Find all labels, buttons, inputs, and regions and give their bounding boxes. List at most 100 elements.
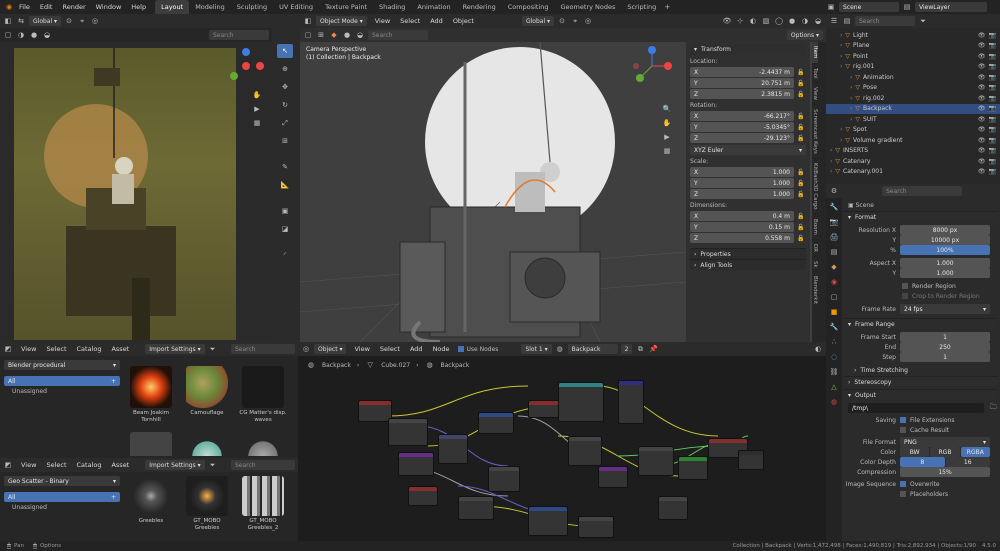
- visibility-icon[interactable]: 👁: [978, 74, 986, 81]
- library-dropdown[interactable]: Geo Scatter - Binary ▾: [4, 476, 120, 486]
- fake-user-icon[interactable]: ⧉: [635, 344, 645, 354]
- outliner-search[interactable]: Search: [855, 16, 915, 26]
- camera-render-icon[interactable]: 📷: [989, 147, 996, 154]
- menu-help[interactable]: Help: [126, 0, 151, 14]
- editor-type-icon[interactable]: ◩: [3, 344, 13, 354]
- catalog-all[interactable]: All +: [4, 376, 120, 386]
- shader-node[interactable]: [638, 446, 674, 476]
- asset-thumb-mobo2[interactable]: [242, 476, 284, 516]
- outliner-row[interactable]: › ▽ Animation 👁 📷: [826, 72, 1000, 83]
- visibility-icon[interactable]: 👁: [978, 168, 986, 175]
- overwrite-checkbox[interactable]: [900, 481, 906, 487]
- dims-y-field[interactable]: Y 0.15 m: [690, 222, 794, 232]
- menu-view[interactable]: View: [16, 342, 41, 356]
- lock-icon[interactable]: 🔓: [796, 133, 806, 143]
- shader-node[interactable]: [478, 412, 514, 434]
- material-tab-icon[interactable]: ◍: [829, 397, 839, 407]
- editor-type-icon[interactable]: ◧: [303, 16, 313, 26]
- mode-dropdown[interactable]: Object Mode ▾: [316, 16, 367, 26]
- lock-icon[interactable]: 🔓: [796, 233, 806, 243]
- dims-z-field[interactable]: Z 0.558 m: [690, 233, 794, 243]
- visibility-icon[interactable]: 👁: [978, 158, 986, 165]
- view-layer-tab-icon[interactable]: ▤: [829, 247, 839, 257]
- filter-icon[interactable]: ⏷: [208, 460, 218, 470]
- editor-type-icon[interactable]: ◧: [3, 16, 13, 26]
- material-selector[interactable]: Backpack: [567, 344, 618, 354]
- move-tool-icon[interactable]: ✥: [277, 80, 293, 94]
- shader-node[interactable]: [358, 400, 392, 422]
- scale-y-field[interactable]: Y 1.000: [690, 178, 794, 188]
- camera-render-icon[interactable]: 📷: [989, 105, 996, 112]
- menu-add[interactable]: Add: [425, 14, 448, 28]
- navigation-gizmo[interactable]: [630, 44, 674, 90]
- output-path-field[interactable]: /tmp\: [848, 403, 985, 413]
- shader-node[interactable]: [618, 380, 644, 424]
- pivot-icon[interactable]: ⊙: [557, 16, 567, 26]
- expand-icon[interactable]: ›: [840, 42, 842, 49]
- visibility-icon[interactable]: 👁: [978, 32, 986, 39]
- visibility-icon[interactable]: 👁: [978, 63, 986, 70]
- modifier-tab-icon[interactable]: 🔧: [829, 322, 839, 332]
- stereoscopy-section[interactable]: › Stereoscopy: [844, 376, 998, 387]
- cursor-tool-icon[interactable]: ⊕: [277, 62, 293, 76]
- aspect-y-field[interactable]: 1.000: [900, 268, 990, 278]
- world-tab-icon[interactable]: ◉: [829, 277, 839, 287]
- editor-type-icon[interactable]: ⚙: [829, 186, 839, 196]
- outliner-row[interactable]: › ▽ SUIT 👁 📷: [826, 114, 1000, 125]
- physics-tab-icon[interactable]: ◌: [829, 352, 839, 362]
- visibility-icon[interactable]: 👁: [978, 84, 986, 91]
- shading-solid-icon[interactable]: ●: [342, 30, 352, 40]
- lock-icon[interactable]: 🔓: [796, 111, 806, 121]
- side-tab-tool[interactable]: Tool: [812, 64, 818, 84]
- shader-node[interactable]: [568, 436, 602, 466]
- outliner-row[interactable]: › ▽ Plane 👁 📷: [826, 41, 1000, 52]
- menu-select[interactable]: Select: [41, 458, 71, 472]
- placeholders-checkbox[interactable]: [900, 491, 906, 497]
- shader-node[interactable]: [438, 434, 468, 464]
- pivot-icon[interactable]: ⊙: [64, 16, 74, 26]
- camera-render-icon[interactable]: 📷: [989, 126, 996, 133]
- expand-icon[interactable]: ›: [830, 168, 832, 175]
- view-icon[interactable]: ◑: [16, 30, 26, 40]
- visibility-icon[interactable]: 👁: [978, 147, 986, 154]
- camera-render-icon[interactable]: 📷: [989, 32, 996, 39]
- outliner-row[interactable]: › ▽ Light 👁 📷: [826, 30, 1000, 41]
- tab-shading[interactable]: Shading: [373, 0, 411, 14]
- gizmo-color-icon[interactable]: ◆: [329, 30, 339, 40]
- left-gizmo[interactable]: [226, 46, 266, 88]
- main-viewport[interactable]: ◧ Object Mode ▾ View Select Add Object Glob…: [300, 14, 826, 342]
- render-tab-icon[interactable]: 📷: [829, 217, 839, 227]
- menu-asset[interactable]: Asset: [106, 342, 134, 356]
- xray-icon[interactable]: ▨: [761, 16, 771, 26]
- proportional-icon[interactable]: ◎: [90, 16, 100, 26]
- cache-checkbox[interactable]: [900, 427, 906, 433]
- shader-node[interactable]: [738, 450, 764, 470]
- location-x-field[interactable]: X -2.4437 m: [690, 67, 794, 77]
- shader-node[interactable]: [458, 496, 494, 520]
- lock-icon[interactable]: 🔓: [796, 167, 806, 177]
- import-settings-dropdown[interactable]: Import Settings ▾: [145, 460, 205, 470]
- shading-wire-icon[interactable]: ◯: [774, 16, 784, 26]
- orientation-dropdown[interactable]: Global ▾: [29, 16, 62, 26]
- asset-thumb-greebles[interactable]: [130, 476, 172, 516]
- expand-icon[interactable]: ›: [830, 147, 832, 154]
- scale-x-field[interactable]: X 1.000: [690, 167, 794, 177]
- snap-icon[interactable]: ⌖: [77, 16, 87, 26]
- visibility-icon[interactable]: 👁: [978, 42, 986, 49]
- ortho-grid-icon[interactable]: ▦: [252, 118, 262, 128]
- catalog-unassigned[interactable]: Unassigned: [4, 386, 120, 397]
- scale-z-field[interactable]: Z 1.000: [690, 189, 794, 199]
- editor-type-icon[interactable]: ☰: [829, 16, 839, 26]
- output-tab-icon[interactable]: 🖨: [829, 232, 839, 242]
- outliner-row[interactable]: › ▽ Catenary.001 👁 📷: [826, 167, 1000, 178]
- shader-node[interactable]: [528, 506, 568, 536]
- frame-step-field[interactable]: 1: [900, 352, 990, 362]
- file-format-dropdown[interactable]: PNG ▾: [900, 437, 990, 447]
- expand-icon[interactable]: ›: [840, 53, 842, 60]
- select-box-icon[interactable]: ▢: [3, 30, 13, 40]
- frame-range-section[interactable]: ▾ Frame Range: [844, 318, 998, 329]
- color-bw-button[interactable]: BW: [900, 447, 930, 457]
- expand-icon[interactable]: ›: [830, 158, 832, 165]
- time-stretching-section[interactable]: › Time Stretching: [844, 365, 998, 376]
- filter-icon[interactable]: ⏷: [208, 344, 218, 354]
